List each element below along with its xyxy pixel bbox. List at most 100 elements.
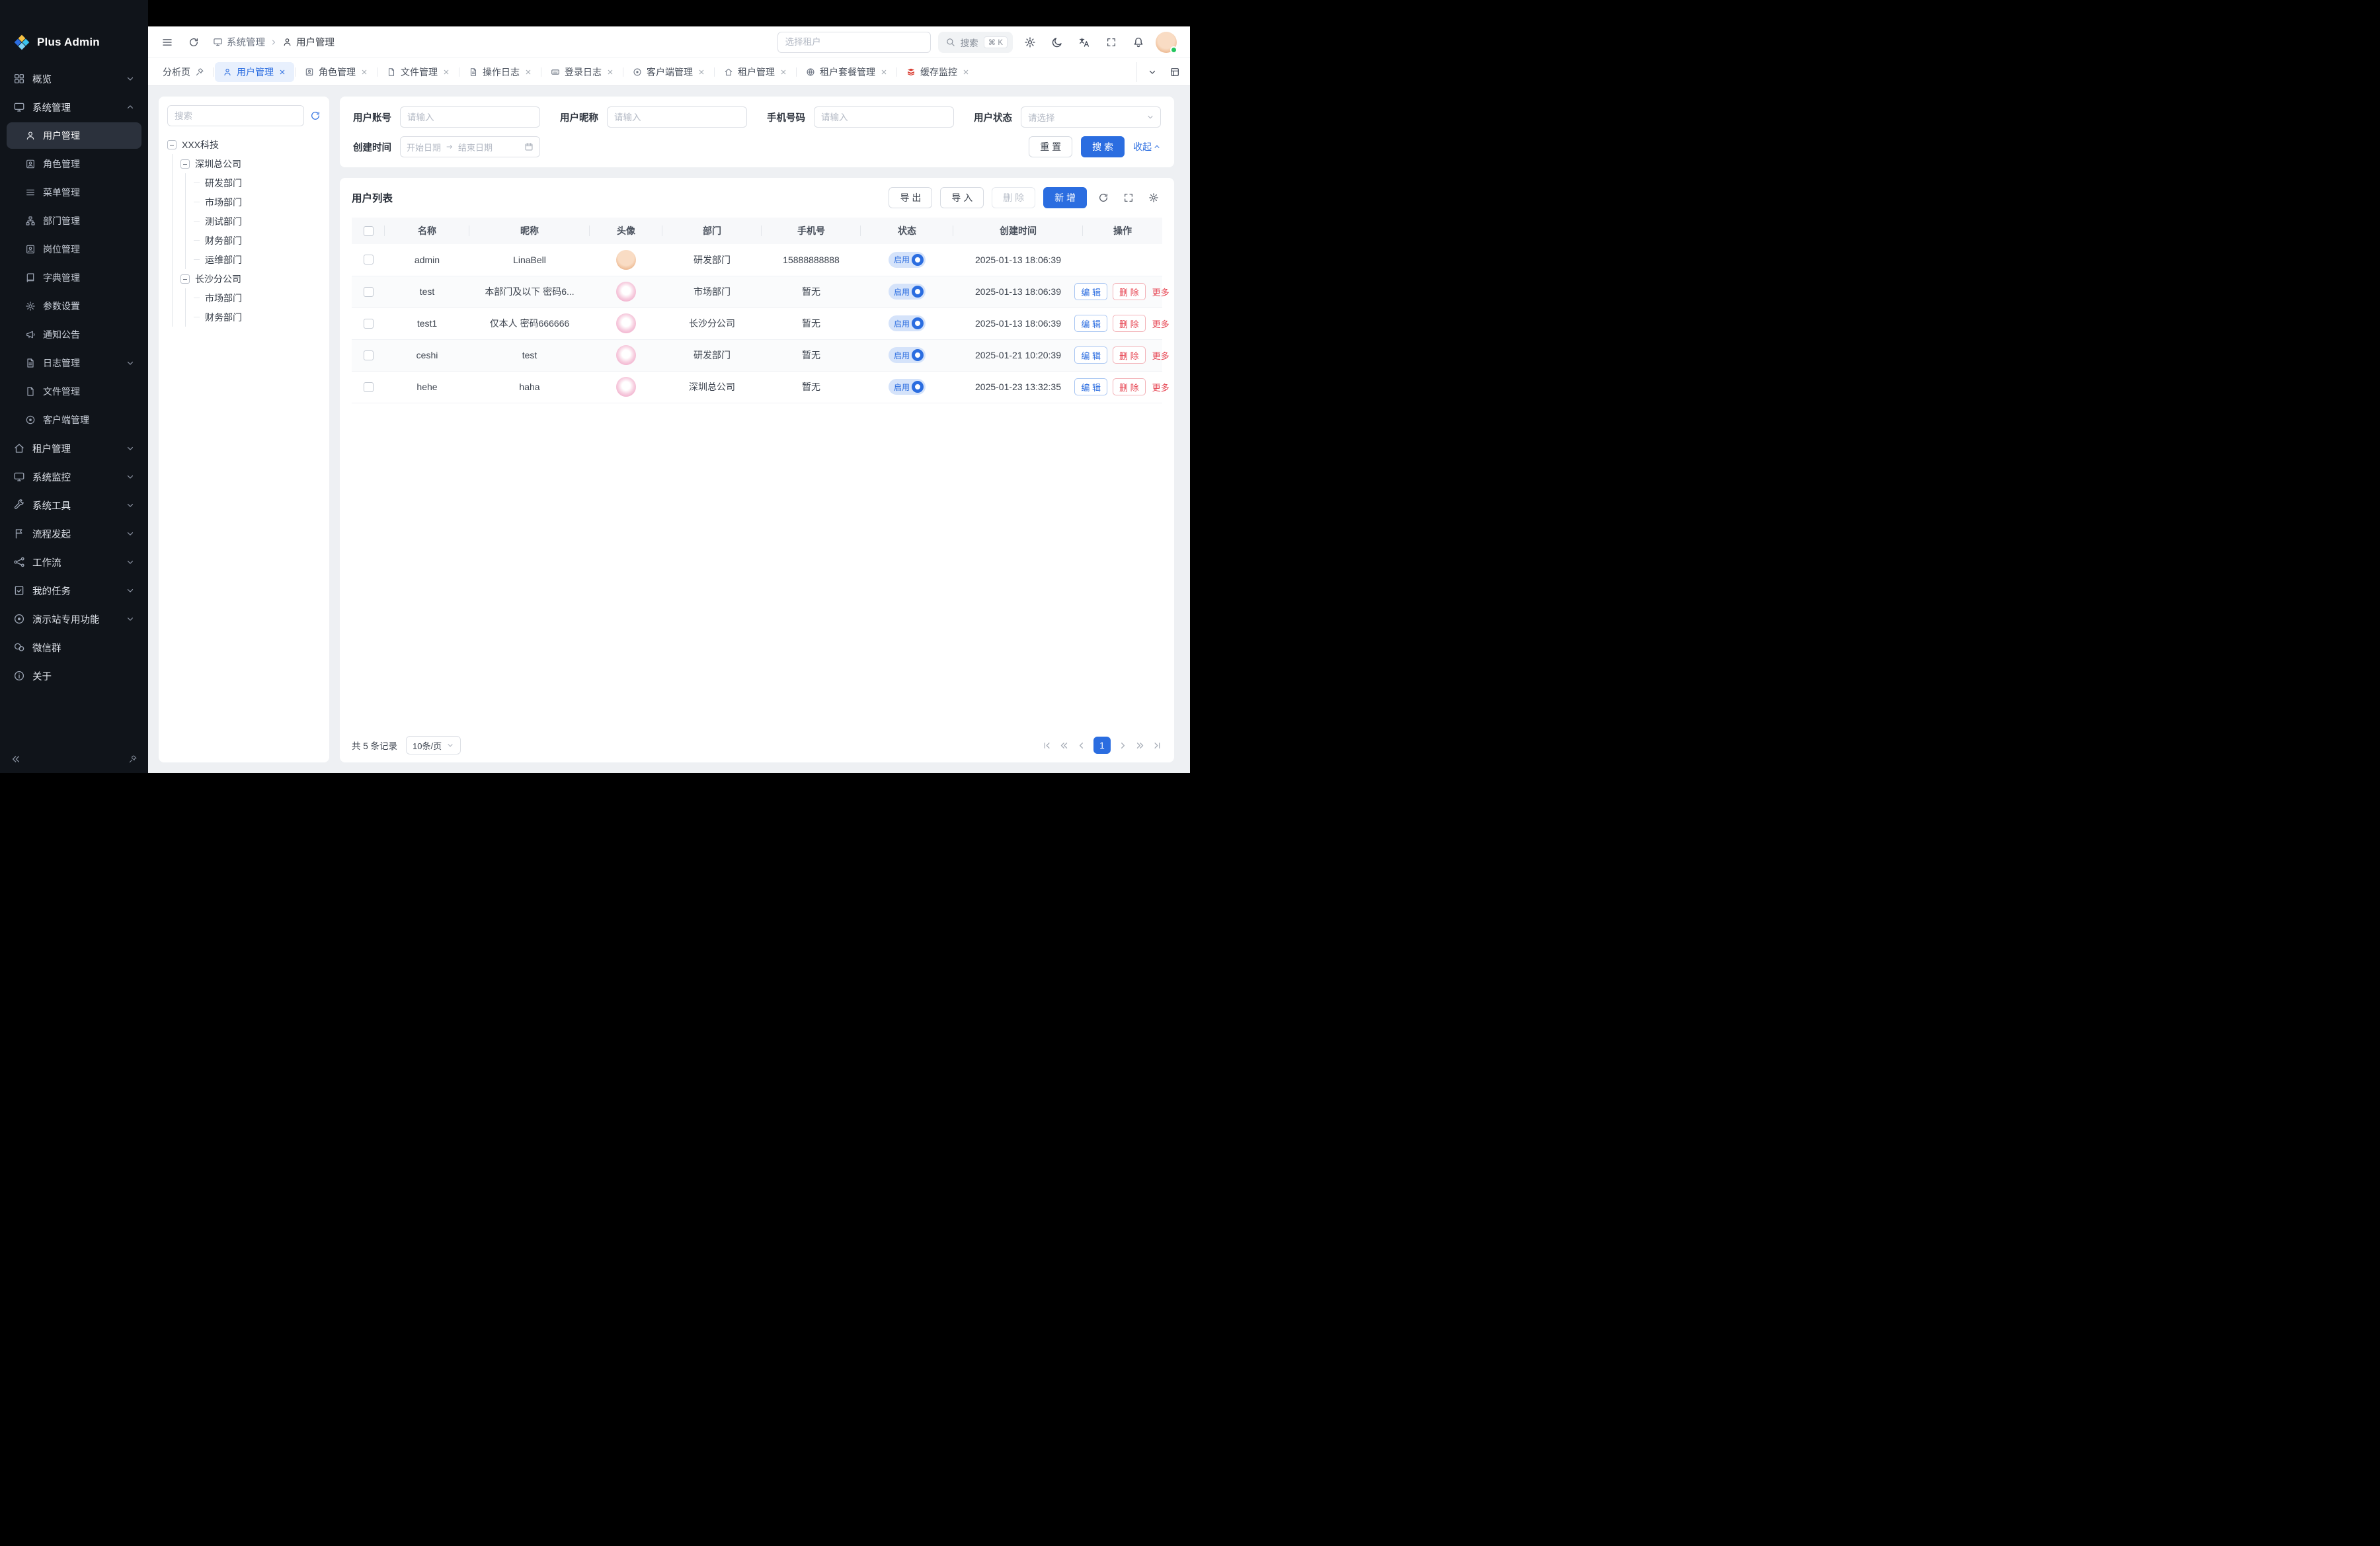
- settings-button[interactable]: [1020, 32, 1040, 52]
- sidebar-item-department-management[interactable]: 部门管理: [7, 208, 141, 234]
- row-checkbox[interactable]: [364, 319, 374, 329]
- close-icon[interactable]: [962, 68, 970, 76]
- tree-node-company-root[interactable]: XXX科技: [167, 135, 321, 154]
- more-button[interactable]: 更多: [1151, 315, 1171, 332]
- phone-input[interactable]: [814, 106, 954, 128]
- delete-button[interactable]: 删 除: [992, 187, 1035, 208]
- fast-prev-button[interactable]: [1059, 741, 1069, 751]
- brand-logo-row[interactable]: Plus Admin: [0, 26, 148, 58]
- delete-row-button[interactable]: 删 除: [1113, 346, 1146, 364]
- user-avatar[interactable]: [1156, 32, 1177, 53]
- close-icon[interactable]: [442, 68, 450, 76]
- edit-button[interactable]: 编 辑: [1074, 346, 1107, 364]
- sidebar-item-workflow[interactable]: 工作流: [7, 549, 141, 575]
- sidebar-item-dictionary-management[interactable]: 字典管理: [7, 264, 141, 291]
- notifications-button[interactable]: [1129, 32, 1148, 52]
- search-button[interactable]: 搜 索: [1081, 136, 1125, 157]
- select-all-checkbox[interactable]: [364, 226, 374, 236]
- close-icon[interactable]: [524, 68, 532, 76]
- status-toggle[interactable]: 启用: [889, 315, 926, 331]
- language-switch-button[interactable]: [1074, 32, 1094, 52]
- sidebar-item-system-tools[interactable]: 系统工具: [7, 492, 141, 518]
- dark-mode-toggle[interactable]: [1047, 32, 1067, 52]
- tree-node-dept[interactable]: 市场部门: [194, 192, 321, 212]
- more-button[interactable]: 更多: [1151, 378, 1171, 395]
- last-page-button[interactable]: [1152, 741, 1162, 751]
- tab-tenant-management[interactable]: 租户管理: [716, 62, 795, 82]
- status-toggle[interactable]: 启用: [889, 347, 926, 363]
- reset-button[interactable]: 重 置: [1029, 136, 1072, 157]
- breadcrumb-system-management[interactable]: 系统管理: [213, 35, 265, 49]
- fullscreen-table-button[interactable]: [1120, 189, 1137, 206]
- tab-analysis-page[interactable]: 分析页: [155, 62, 212, 82]
- table-row[interactable]: ceshi test 研发部门 暂无 启用 2025-01-21 10:20:3…: [352, 339, 1162, 371]
- collapse-sidebar-icon[interactable]: [11, 754, 21, 764]
- refresh-page-button[interactable]: [184, 32, 204, 52]
- nickname-input[interactable]: [607, 106, 747, 128]
- table-row[interactable]: admin LinaBell 研发部门 15888888888 启用 2025-…: [352, 244, 1162, 276]
- delete-row-button[interactable]: 删 除: [1113, 378, 1146, 395]
- add-button[interactable]: 新 增: [1043, 187, 1087, 208]
- sidebar-item-parameter-settings[interactable]: 参数设置: [7, 293, 141, 319]
- edit-button[interactable]: 编 辑: [1074, 283, 1107, 300]
- close-icon[interactable]: [606, 68, 614, 76]
- tab-cache-monitor[interactable]: 缓存监控: [898, 62, 978, 82]
- sidebar-item-notice-announcement[interactable]: 通知公告: [7, 321, 141, 348]
- close-icon[interactable]: [278, 68, 286, 76]
- sidebar-item-overview[interactable]: 概览: [7, 65, 141, 92]
- sidebar-item-system-management[interactable]: 系统管理: [7, 94, 141, 120]
- collapse-filters-link[interactable]: 收起: [1133, 140, 1161, 153]
- breadcrumb-user-management[interactable]: 用户管理: [282, 35, 335, 49]
- tree-refresh-icon[interactable]: [310, 110, 321, 121]
- row-checkbox[interactable]: [364, 255, 374, 264]
- row-checkbox[interactable]: [364, 350, 374, 360]
- tab-login-log[interactable]: 登录日志: [543, 62, 622, 82]
- refresh-table-button[interactable]: [1095, 189, 1112, 206]
- table-row[interactable]: hehe haha 深圳总公司 暂无 启用 2025-01-23 13:32:3…: [352, 371, 1162, 403]
- page-size-select[interactable]: 10条/页: [406, 736, 461, 754]
- close-icon[interactable]: [360, 68, 368, 76]
- sidebar-item-log-management[interactable]: 日志管理: [7, 350, 141, 376]
- tree-node-dept[interactable]: 研发部门: [194, 173, 321, 192]
- delete-row-button[interactable]: 删 除: [1113, 283, 1146, 300]
- sidebar-item-process-initiation[interactable]: 流程发起: [7, 520, 141, 547]
- delete-row-button[interactable]: 删 除: [1113, 315, 1146, 332]
- pin-icon[interactable]: [195, 67, 204, 77]
- status-toggle[interactable]: 启用: [889, 379, 926, 395]
- fullscreen-button[interactable]: [1101, 32, 1121, 52]
- account-input[interactable]: [400, 106, 540, 128]
- collapse-toggle-icon[interactable]: [180, 159, 190, 169]
- tree-node-dept[interactable]: 财务部门: [194, 231, 321, 250]
- import-button[interactable]: 导 入: [940, 187, 984, 208]
- tree-node-dept[interactable]: 财务部门: [194, 307, 321, 327]
- sidebar-item-role-management[interactable]: 角色管理: [7, 151, 141, 177]
- fast-next-button[interactable]: [1135, 741, 1145, 751]
- sidebar-item-client-management[interactable]: 客户端管理: [7, 407, 141, 433]
- collapse-toggle-icon[interactable]: [180, 274, 190, 284]
- global-search-button[interactable]: 搜索 ⌘ K: [938, 32, 1013, 53]
- status-toggle[interactable]: 启用: [889, 252, 926, 268]
- sidebar-item-demo-features[interactable]: 演示站专用功能: [7, 606, 141, 632]
- sidebar-item-about[interactable]: 关于: [7, 663, 141, 689]
- edit-button[interactable]: 编 辑: [1074, 315, 1107, 332]
- table-settings-button[interactable]: [1145, 189, 1162, 206]
- row-checkbox[interactable]: [364, 382, 374, 392]
- export-button[interactable]: 导 出: [889, 187, 932, 208]
- tab-file-management[interactable]: 文件管理: [379, 62, 458, 82]
- hamburger-menu-button[interactable]: [157, 32, 177, 52]
- tenant-select[interactable]: [777, 32, 931, 53]
- sidebar-item-system-monitoring[interactable]: 系统监控: [7, 464, 141, 490]
- more-button[interactable]: 更多: [1151, 283, 1171, 300]
- tab-layout-button[interactable]: [1165, 62, 1185, 82]
- status-select[interactable]: 请选择: [1021, 106, 1161, 128]
- pin-icon[interactable]: [128, 754, 138, 764]
- tab-operation-log[interactable]: 操作日志: [461, 62, 540, 82]
- date-range-picker[interactable]: 开始日期 结束日期: [400, 136, 540, 157]
- collapse-toggle-icon[interactable]: [167, 140, 177, 149]
- tab-role-management[interactable]: 角色管理: [297, 62, 376, 82]
- sidebar-item-wechat-group[interactable]: 微信群: [7, 634, 141, 661]
- tab-client-management[interactable]: 客户端管理: [625, 62, 713, 82]
- tree-node-dept[interactable]: 运维部门: [194, 250, 321, 269]
- row-checkbox[interactable]: [364, 287, 374, 297]
- edit-button[interactable]: 编 辑: [1074, 378, 1107, 395]
